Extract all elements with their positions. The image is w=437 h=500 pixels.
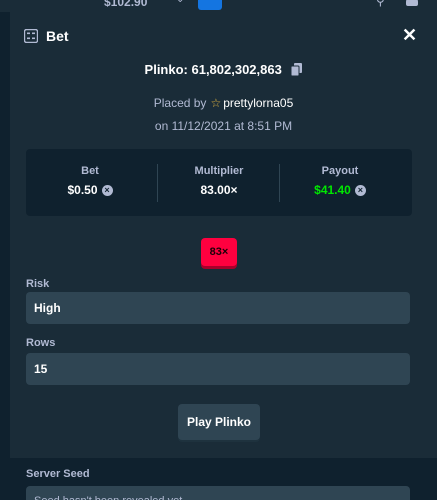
stat-multiplier-value: 83.00×: [200, 183, 238, 197]
payout-amount: $41.40: [314, 183, 351, 197]
stat-payout: Payout $41.40 ×: [276, 149, 404, 216]
user-icon[interactable]: [406, 0, 418, 6]
server-seed-label: Server Seed: [26, 468, 90, 480]
bet-id-text: Plinko: 61,802,302,863: [144, 62, 282, 77]
currency-icon: ×: [354, 184, 366, 196]
stat-payout-value: $41.40 ×: [276, 183, 404, 197]
rows-label: Rows: [26, 337, 56, 349]
bet-amount: $0.50: [67, 183, 98, 197]
balance-display[interactable]: $102.90: [104, 0, 147, 9]
wallet-button[interactable]: [198, 0, 222, 10]
play-plinko-button[interactable]: Play Plinko: [178, 404, 260, 440]
modal-title: Bet: [46, 28, 69, 44]
copy-icon[interactable]: [291, 63, 303, 76]
stat-bet-label: Bet: [81, 165, 99, 177]
bet-stats: Bet $0.50 × Multiplier 83.00× Payout $41…: [26, 149, 412, 216]
multiplier-badge: 83×: [201, 238, 237, 266]
star-icon: ☆: [210, 96, 222, 110]
stat-multiplier-label: Multiplier: [194, 165, 244, 177]
modal-header: Bet: [24, 26, 69, 46]
risk-field[interactable]: High: [26, 292, 410, 324]
placed-by: Placed by ☆ prettylorna05: [10, 96, 437, 110]
search-icon[interactable]: ⚲: [376, 0, 385, 8]
placed-date: on 11/12/2021 at 8:51 PM: [154, 119, 293, 133]
bet-id: Plinko: 61,802,302,863: [10, 62, 437, 77]
close-icon[interactable]: ✕: [402, 26, 417, 44]
stat-payout-label: Payout: [321, 165, 359, 177]
chevron-down-icon[interactable]: ⌄: [176, 0, 184, 5]
server-seed-field[interactable]: Seed hasn't been revealed yet: [26, 486, 410, 500]
top-bar: $102.90 ⌄ ⚲: [0, 0, 437, 12]
risk-label: Risk: [26, 278, 50, 290]
fairness-section: Server Seed Seed hasn't been revealed ye…: [10, 458, 437, 500]
bet-modal: Bet ✕ Plinko: 61,802,302,863 Placed by ☆ p…: [10, 12, 437, 500]
bet-slip-icon: [24, 29, 38, 43]
username-link[interactable]: prettylorna05: [223, 96, 293, 110]
placed-by-label: Placed by: [153, 96, 207, 110]
rows-field[interactable]: 15: [26, 353, 410, 385]
stat-multiplier: Multiplier 83.00×: [155, 149, 283, 216]
stat-bet: Bet $0.50 ×: [26, 149, 154, 216]
stat-bet-value: $0.50 ×: [26, 183, 154, 197]
currency-icon: ×: [101, 184, 113, 196]
